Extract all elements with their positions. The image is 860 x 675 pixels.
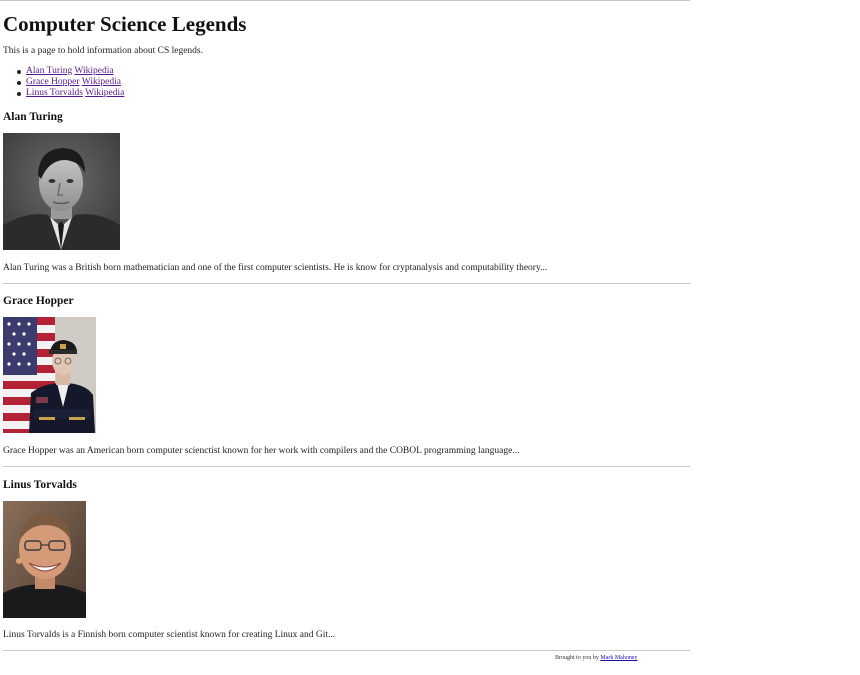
torvalds-wikipedia-link[interactable]: Wikipedia bbox=[85, 88, 124, 98]
bullet-icon bbox=[17, 70, 21, 74]
torvalds-photo bbox=[3, 501, 86, 618]
hopper-anchor-link[interactable]: Grace Hopper bbox=[26, 77, 80, 87]
turing-heading: Alan Turing bbox=[3, 111, 63, 123]
section-divider bbox=[3, 650, 690, 651]
turing-bio: Alan Turing was a British born mathemati… bbox=[3, 263, 548, 273]
legend-link-list: Alan Turing Wikipedia Grace Hopper Wikip… bbox=[0, 66, 124, 99]
page-intro: This is a page to hold information about… bbox=[3, 46, 204, 56]
footer: Brought to you by Mark Mahoney bbox=[555, 655, 638, 661]
bullet-icon bbox=[17, 92, 21, 96]
footer-credit-text: Brought to you by bbox=[555, 655, 599, 661]
bullet-icon bbox=[17, 81, 21, 85]
turing-anchor-link[interactable]: Alan Turing bbox=[26, 66, 72, 76]
list-item: Linus Torvalds Wikipedia bbox=[17, 88, 124, 99]
list-item: Alan Turing Wikipedia bbox=[17, 66, 124, 77]
section-divider bbox=[3, 283, 690, 284]
torvalds-bio: Linus Torvalds is a Finnish born compute… bbox=[3, 630, 336, 640]
page-title: Computer Science Legends bbox=[3, 12, 247, 36]
turing-wikipedia-link[interactable]: Wikipedia bbox=[74, 66, 113, 76]
torvalds-heading: Linus Torvalds bbox=[3, 479, 77, 491]
author-link[interactable]: Mark Mahoney bbox=[600, 655, 637, 661]
turing-photo bbox=[3, 133, 120, 250]
list-item: Grace Hopper Wikipedia bbox=[17, 77, 124, 88]
top-divider bbox=[0, 0, 690, 1]
section-divider bbox=[3, 466, 690, 467]
torvalds-anchor-link[interactable]: Linus Torvalds bbox=[26, 88, 83, 98]
hopper-photo bbox=[3, 317, 96, 433]
hopper-heading: Grace Hopper bbox=[3, 295, 74, 307]
hopper-wikipedia-link[interactable]: Wikipedia bbox=[82, 77, 121, 87]
hopper-bio: Grace Hopper was an American born comput… bbox=[3, 446, 520, 456]
